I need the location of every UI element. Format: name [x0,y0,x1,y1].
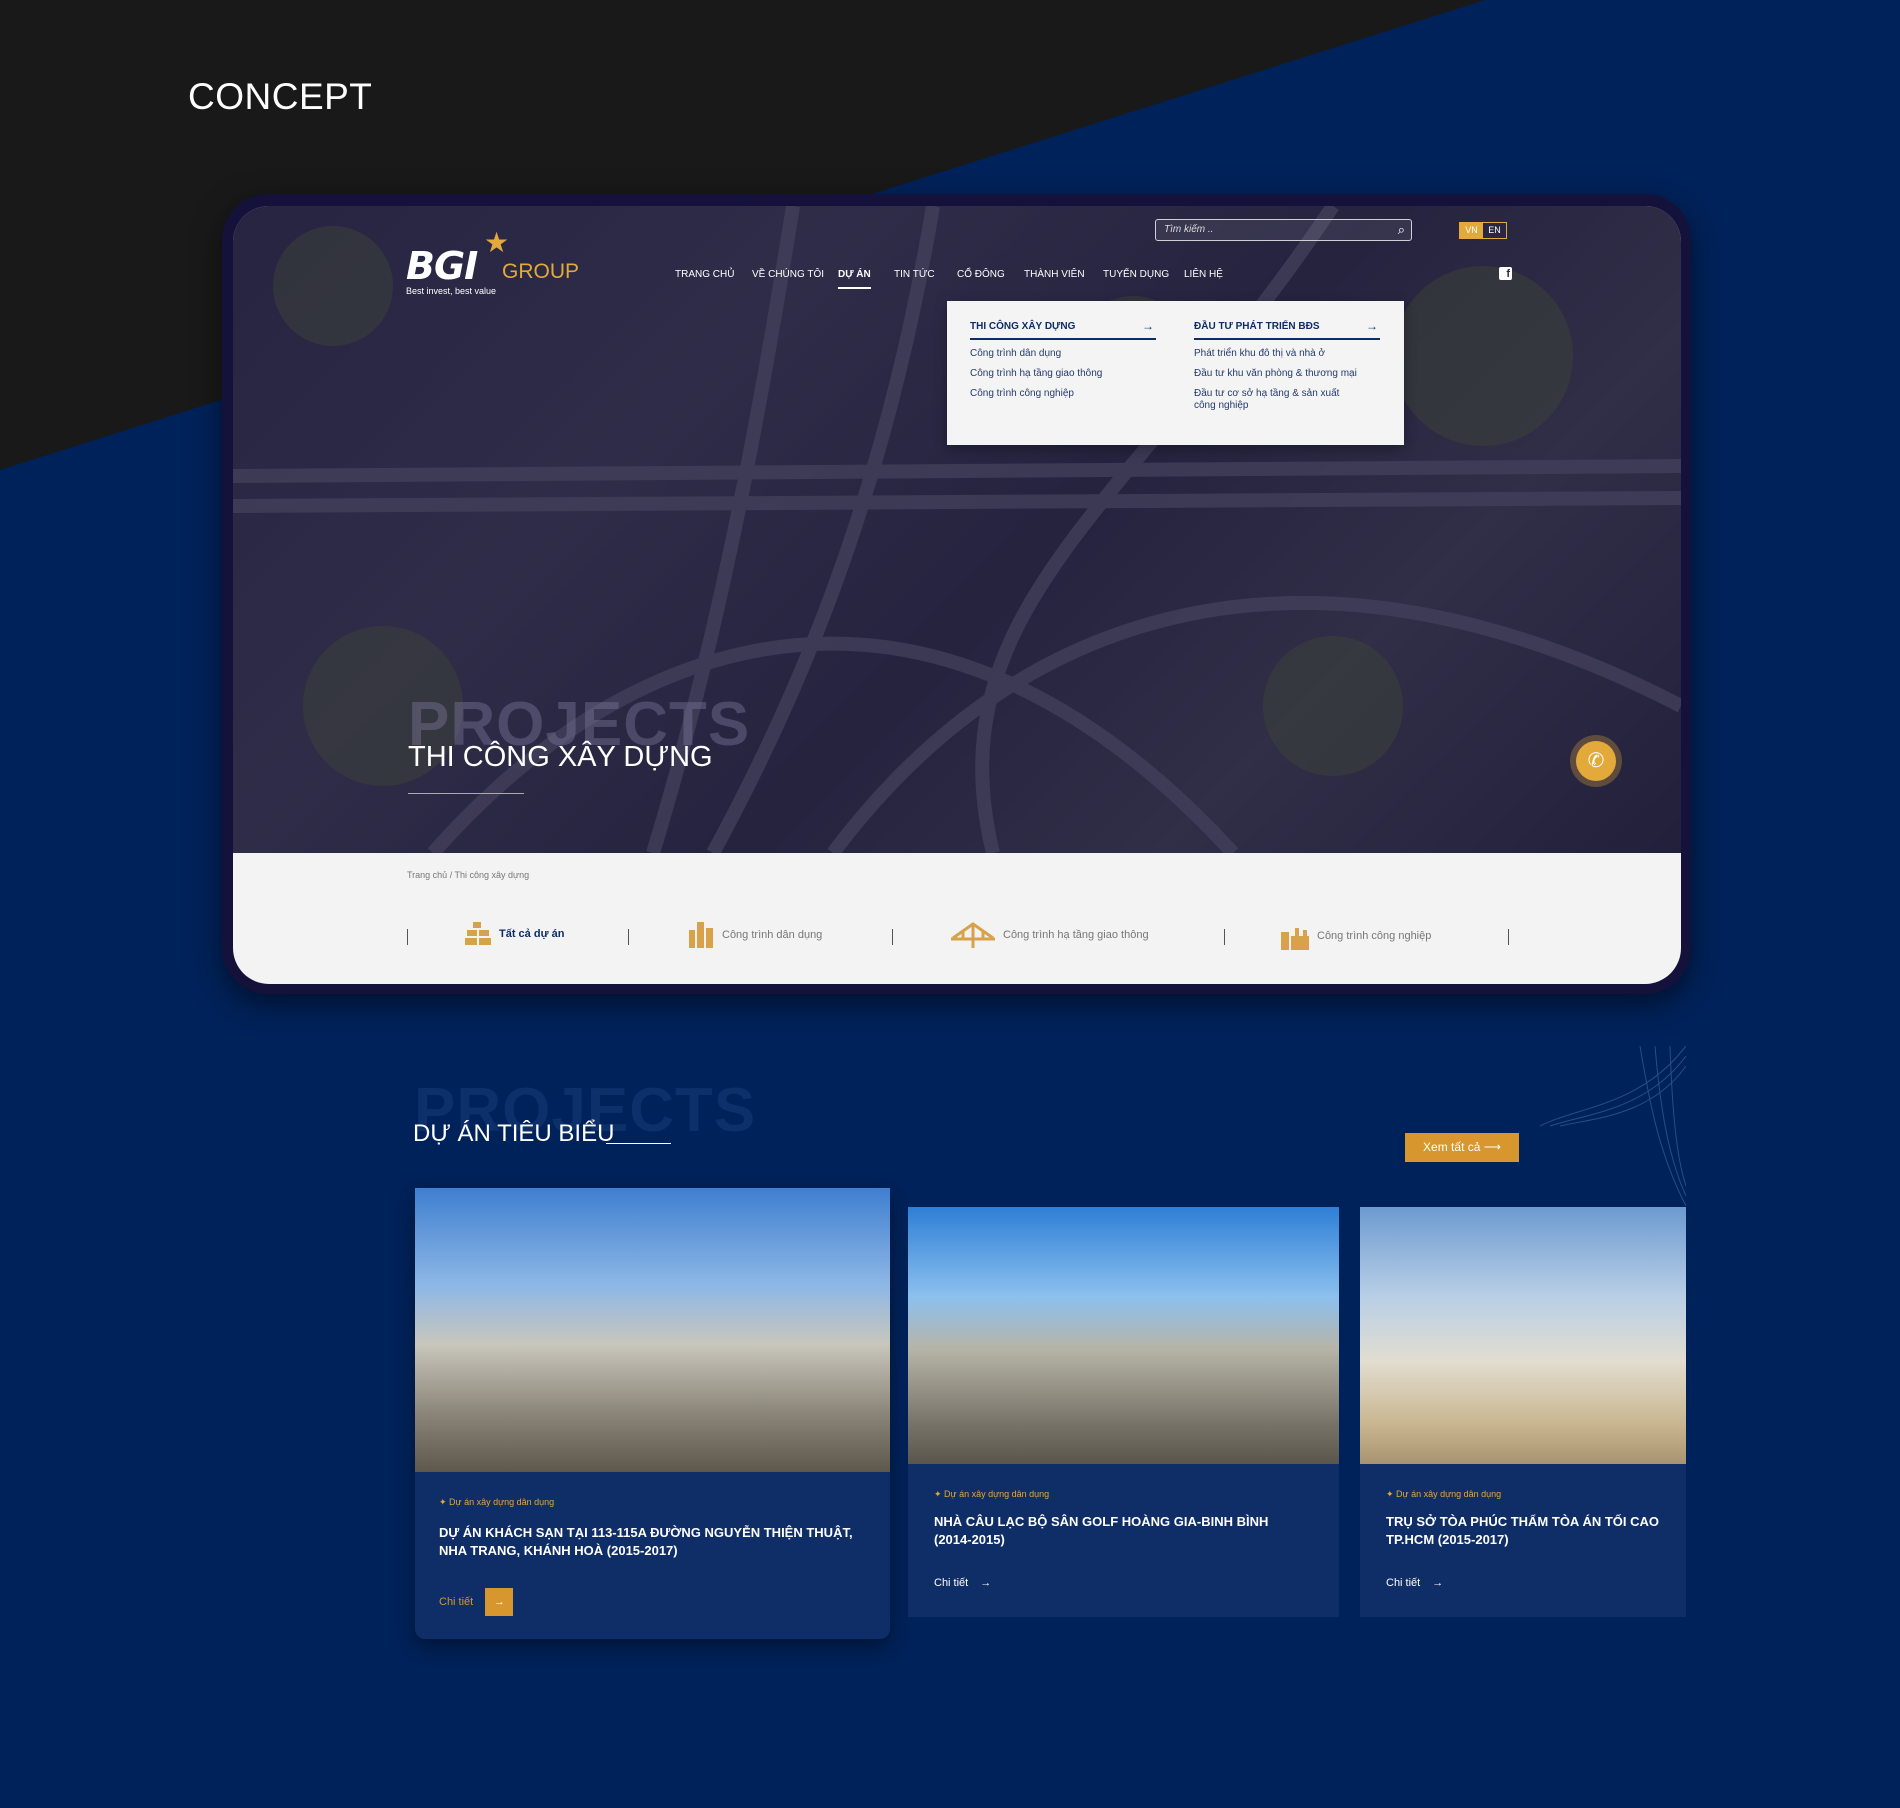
hero-banner: ★ BGI GROUP Best invest, best value Tìm … [233,206,1681,853]
lang-vn[interactable]: VN [1460,223,1483,238]
project-title[interactable]: TRỤ SỞ TÒA PHÚC THẨM TÒA ÁN TỐI CAO TP.H… [1386,1513,1666,1549]
project-category: ✦ Dự án xây dựng dân dụng [1386,1489,1502,1499]
nav-tuyen-dung[interactable]: TUYỂN DỤNG [1103,269,1169,280]
arrow-right-icon: → [1142,319,1154,333]
project-card[interactable]: ✦ Dự án xây dựng dân dụng TRỤ SỞ TÒA PHÚ… [1360,1207,1686,1617]
bgi-logo[interactable]: ★ BGI GROUP Best invest, best value [406,227,586,296]
dropdown-item[interactable]: Công trình dân dụng [970,348,1156,360]
page-heading: CONCEPT [188,76,373,117]
arrow-right-icon: ⟶ [1483,1140,1501,1154]
project-category: ✦ Dự án xây dựng dân dụng [439,1497,555,1507]
arrow-right-icon: → [1366,319,1378,333]
arrow-right-icon[interactable]: → [485,1588,514,1616]
nav-ve-chung-toi[interactable]: VỀ CHÚNG TÔI [752,269,824,280]
project-details-link[interactable]: Chi tiết → [934,1577,991,1589]
star-line-decoration [1540,1046,1686,1206]
buildings-icon [689,922,713,948]
project-image [1360,1207,1686,1464]
dropdown-item[interactable]: Công trình hạ tầng giao thông [970,368,1156,380]
nav-tin-tuc[interactable]: TIN TỨC [894,269,935,280]
dropdown-heading-dau-tu[interactable]: ĐẦU TƯ PHÁT TRIỂN BĐS → [1194,319,1380,340]
breadcrumb[interactable]: Trang chủ / Thi công xây dựng [407,870,529,880]
divider [606,1143,671,1144]
project-details-link[interactable]: Chi tiết → [439,1588,514,1616]
project-image [415,1188,890,1472]
see-all-button[interactable]: Xem tất cả ⟶ [1405,1133,1519,1162]
project-title[interactable]: DỰ ÁN KHÁCH SẠN TẠI 113-115A ĐƯỜNG NGUYỄ… [439,1524,859,1560]
nav-thanh-vien[interactable]: THÀNH VIÊN [1024,269,1085,280]
phone-icon: ✆ [1587,750,1605,772]
divider [408,793,524,794]
dropdown-item[interactable]: Phát triển khu đô thị và nhà ở [1194,348,1380,360]
divider [1508,929,1509,945]
hero-title: THI CÔNG XÂY DỰNG [408,741,713,773]
nav-trang-chu[interactable]: TRANG CHỦ [675,269,734,280]
website-screen: ★ BGI GROUP Best invest, best value Tìm … [233,206,1681,984]
search-input[interactable]: Tìm kiếm .. ⌕ [1155,219,1412,241]
project-category: ✦ Dự án xây dựng dân dụng [934,1489,1050,1499]
bricks-icon [465,922,491,945]
project-card[interactable]: ✦ Dự án xây dựng dân dụng DỰ ÁN KHÁCH SẠ… [415,1188,890,1639]
project-details-link[interactable]: Chi tiết → [1386,1577,1443,1589]
bridge-icon [951,922,995,948]
search-icon[interactable]: ⌕ [1398,222,1405,238]
category-tab-cong-nghiep[interactable]: Công trình công nghiệp [1281,922,1431,950]
star-icon: ★ [484,227,510,258]
phone-call-button[interactable]: ✆ [1576,741,1616,781]
dropdown-heading-thi-cong[interactable]: THI CÔNG XÂY DỰNG → [970,319,1156,340]
project-card[interactable]: ✦ Dự án xây dựng dân dụng NHÀ CÂU LẠC BỘ… [908,1207,1339,1617]
dropdown-item[interactable]: Đầu tư khu văn phòng & thương mại [1194,368,1380,380]
nav-lien-he[interactable]: LIÊN HỆ [1184,269,1223,280]
facebook-icon[interactable]: f [1499,267,1512,280]
arrow-right-icon: → [980,1577,992,1589]
factory-icon [1281,928,1309,950]
divider [407,929,408,945]
section-title: DỰ ÁN TIÊU BIỂU [413,1120,615,1147]
project-image [908,1207,1339,1464]
divider [1224,929,1225,945]
project-title[interactable]: NHÀ CÂU LẠC BỘ SÂN GOLF HOÀNG GIA-BINH B… [934,1513,1274,1549]
divider [628,929,629,945]
nav-co-dong[interactable]: CỔ ĐÔNG [957,269,1005,280]
lang-en[interactable]: EN [1483,223,1506,238]
category-tab-giao-thong[interactable]: Công trình hạ tầng giao thông [951,922,1149,948]
category-tab-all[interactable]: Tất cả dự án [465,922,564,946]
dropdown-item[interactable]: Đầu tư cơ sở hạ tầng & sản xuất công ngh… [1194,388,1354,412]
category-tab-dan-dung[interactable]: Công trình dân dụng [688,922,822,948]
projects-dropdown-menu: THI CÔNG XÂY DỰNG → Công trình dân dụng C… [947,301,1404,445]
arrow-right-icon: → [1432,1577,1444,1589]
divider [892,929,893,945]
language-switcher[interactable]: VN EN [1459,222,1507,239]
dropdown-item[interactable]: Công trình công nghiệp [970,388,1156,400]
nav-du-an[interactable]: DỰ ÁN [838,269,871,289]
